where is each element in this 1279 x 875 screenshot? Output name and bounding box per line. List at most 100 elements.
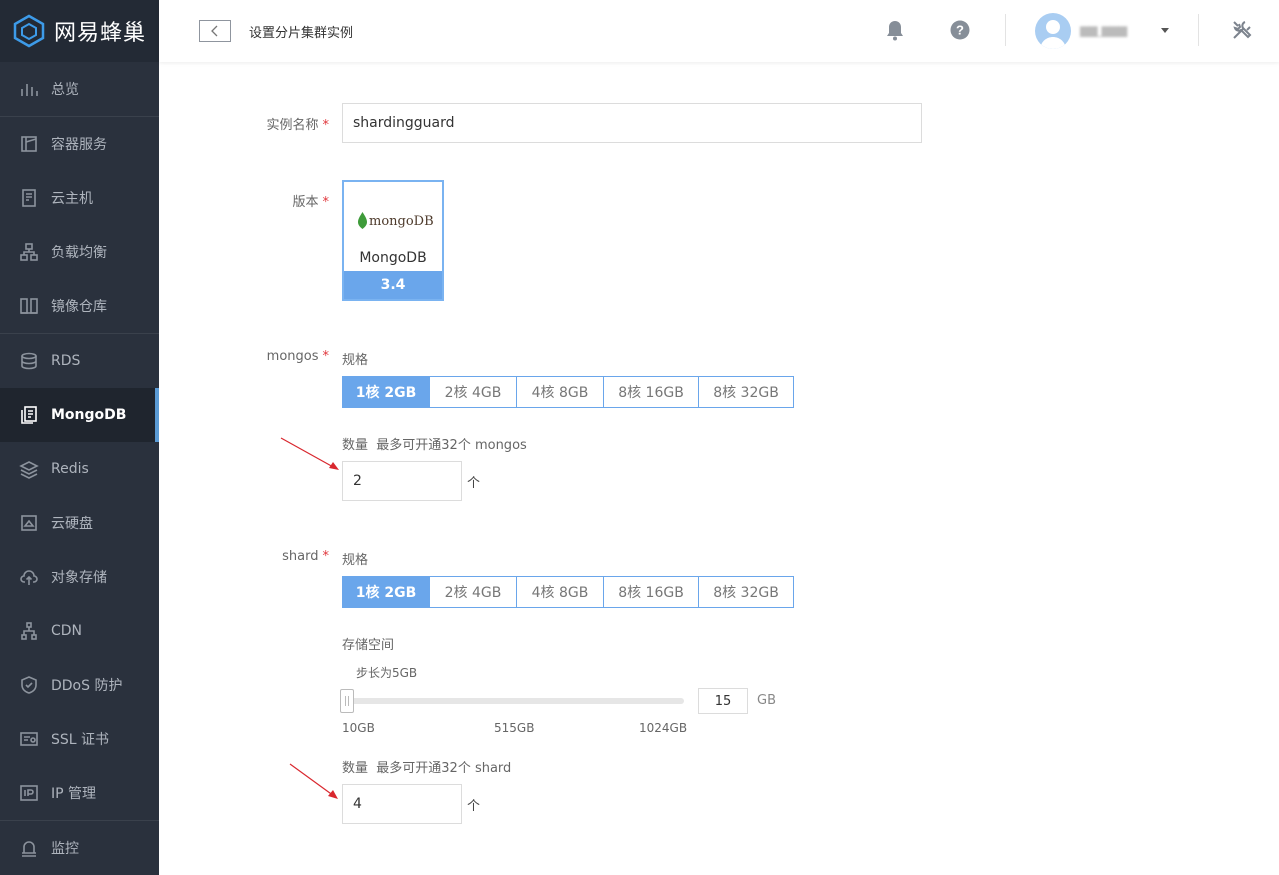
sidebar-item-ip[interactable]: IP 管理 [0,766,159,820]
logo[interactable]: 网易蜂巢 [0,0,159,62]
database-icon [18,350,40,372]
sidebar-item-label: 对象存储 [51,570,107,586]
mongos-spec-option[interactable]: 1核 2GB [342,376,430,408]
sidebar-item-ddos[interactable]: DDoS 防护 [0,658,159,712]
avatar[interactable] [1035,13,1071,49]
storage-label: 存储空间 [342,638,395,653]
server-icon [18,187,40,209]
sidebar-item-label: SSL 证书 [51,732,110,748]
page-title: 设置分片集群实例 [249,25,354,41]
sidebar-item-label: CDN [51,623,83,639]
storage-tick-max: 1024GB [639,721,688,735]
back-button[interactable] [199,20,231,42]
top-header: 设置分片集群实例 ? ▆▆_▆▆▆ [159,0,1279,62]
sidebar-item-load-balancer[interactable]: 负载均衡 [0,225,159,279]
storage-unit: GB [757,693,776,708]
shard-spec-label: 规格 [342,553,369,568]
sidebar-item-label: RDS [51,353,81,369]
help-icon[interactable]: ? [948,18,972,42]
sidebar-item-label: 监控 [51,841,79,857]
mongos-spec-option[interactable]: 2核 4GB [430,376,517,408]
shard-label: shard * [282,549,329,564]
svg-text:?: ? [956,23,964,38]
cdn-icon [18,620,40,642]
sidebar-item-label: 云硬盘 [51,516,93,532]
shard-count-input[interactable]: 4 [342,784,462,824]
storage-value-input[interactable]: 15 [698,688,748,714]
storage-slider-handle[interactable] [340,689,354,713]
mongos-spec-option[interactable]: 8核 32GB [699,376,794,408]
storage-tick-min: 10GB [342,721,375,735]
container-icon [18,133,40,155]
version-name: MongoDB [359,250,427,266]
sidebar-item-cloud-disk[interactable]: 云硬盘 [0,496,159,550]
sidebar-item-redis[interactable]: Redis [0,442,159,496]
certificate-icon [18,728,40,750]
username[interactable]: ▆▆_▆▆▆ [1080,23,1127,37]
chevron-down-icon[interactable] [1161,28,1169,33]
mongos-label: mongos * [266,349,330,364]
storage-tick-mid: 515GB [494,721,535,735]
annotation-arrow [289,763,338,799]
layers-icon [18,458,40,480]
instance-name-input[interactable]: shardingguard [342,103,922,143]
shard-spec-option[interactable]: 8核 16GB [604,576,699,608]
sidebar-item-cdn[interactable]: CDN [0,604,159,658]
repository-icon [18,295,40,317]
sidebar-item-mongodb[interactable]: MongoDB [0,388,159,442]
sidebar-item-label: 总览 [51,82,79,98]
instance-name-label: 实例名称 * [266,118,330,133]
storage-slider-track[interactable] [342,698,684,704]
sidebar-item-label: Redis [51,461,89,477]
sidebar-item-overview[interactable]: 总览 [0,62,159,116]
annotation-arrow [280,437,339,470]
mongos-count-label: 数量 最多可开通32个 mongos [342,438,527,453]
cloud-upload-icon [18,566,40,588]
required-mark: * [322,118,330,133]
sidebar-item-label: MongoDB [51,407,127,423]
shard-spec-option[interactable]: 2核 4GB [430,576,517,608]
sidebar-item-ssl[interactable]: SSL 证书 [0,712,159,766]
sidebar: 网易蜂巢 总览 容器服务 云主机 负载均衡 镜像仓库 RDS MongoDB R… [0,0,159,875]
hive-logo-icon [13,14,45,48]
header-divider [1005,14,1006,46]
shard-spec-selector: 1核 2GB 2核 4GB 4核 8GB 8核 16GB 8核 32GB [342,576,794,608]
mongos-spec-option[interactable]: 4核 8GB [517,376,604,408]
shield-icon [18,674,40,696]
version-label: 版本 * [292,195,330,210]
mongos-spec-label: 规格 [342,353,369,368]
disk-icon [18,512,40,534]
mongos-spec-selector: 1核 2GB 2核 4GB 4核 8GB 8核 16GB 8核 32GB [342,376,794,408]
shard-spec-option[interactable]: 8核 32GB [699,576,794,608]
version-card-mongodb[interactable]: mongoDB MongoDB 3.4 [342,180,444,301]
chevron-left-icon [211,25,218,37]
shard-count-unit: 个 [467,799,481,814]
sidebar-item-label: 容器服务 [51,137,107,153]
mongos-count-input[interactable]: 2 [342,461,462,501]
sidebar-item-label: IP 管理 [51,786,97,802]
sidebar-item-label: 负载均衡 [51,245,107,261]
notification-bell-icon[interactable] [883,18,907,42]
required-mark: * [322,349,330,364]
sidebar-item-object-storage[interactable]: 对象存储 [0,550,159,604]
tools-icon[interactable] [1230,18,1254,42]
sidebar-item-vm[interactable]: 云主机 [0,171,159,225]
header-divider [1198,14,1199,46]
sidebar-item-label: DDoS 防护 [51,678,123,694]
sidebar-item-image-repo[interactable]: 镜像仓库 [0,279,159,333]
sidebar-item-monitor[interactable]: 监控 [0,821,159,875]
sidebar-item-container[interactable]: 容器服务 [0,117,159,171]
ip-icon [18,782,40,804]
storage-step-hint: 步长为5GB [356,666,418,680]
brand-name: 网易蜂巢 [54,21,147,46]
network-icon [18,241,40,263]
document-icon [18,404,40,426]
shard-spec-option[interactable]: 4核 8GB [517,576,604,608]
shard-spec-option[interactable]: 1核 2GB [342,576,430,608]
mongos-spec-option[interactable]: 8核 16GB [604,376,699,408]
sidebar-item-rds[interactable]: RDS [0,334,159,388]
mongodb-logo: mongoDB [358,212,434,230]
sidebar-item-label: 云主机 [51,191,93,207]
shard-count-label: 数量 最多可开通32个 shard [342,761,512,776]
required-mark: * [322,195,330,210]
